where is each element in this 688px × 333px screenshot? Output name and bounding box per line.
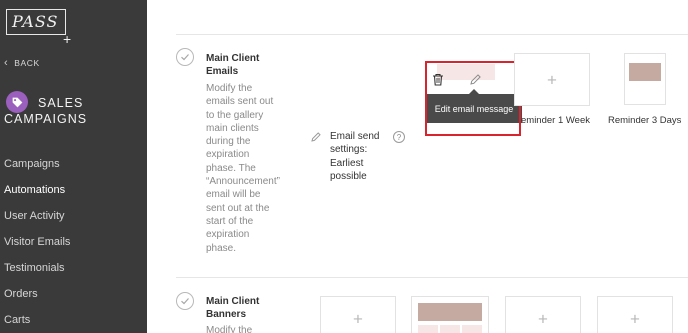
section-title-line: Main Client bbox=[206, 296, 260, 307]
banner-card[interactable] bbox=[411, 296, 489, 333]
desc-line: start of the bbox=[206, 215, 254, 227]
section-title: Main Client Banners bbox=[206, 295, 259, 321]
send-line: Email send bbox=[330, 131, 380, 142]
section-description: Modify the bbox=[206, 325, 253, 333]
plus-icon: + bbox=[547, 70, 557, 89]
desc-line: Modify the bbox=[206, 83, 253, 94]
plus-icon: + bbox=[538, 309, 548, 328]
desc-line: email will be bbox=[206, 189, 261, 201]
plus-icon: + bbox=[353, 309, 363, 328]
send-line: Earliest bbox=[330, 157, 364, 169]
pass-logo[interactable]: PASS + bbox=[6, 9, 71, 46]
email-send-settings: Email send settings: Earliest possible bbox=[330, 130, 390, 183]
nav-item-visitor-emails[interactable]: Visitor Emails bbox=[4, 236, 70, 248]
chevron-left-icon: ‹ bbox=[4, 57, 9, 69]
banner-thumbnail bbox=[418, 303, 482, 321]
desc-line: expiration bbox=[206, 149, 250, 161]
add-banner-card[interactable]: + bbox=[597, 296, 673, 333]
nav-item-campaigns[interactable]: Campaigns bbox=[4, 158, 60, 170]
logo-text: PASS bbox=[12, 12, 59, 31]
main-content: Main Client Emails Modify the emails sen… bbox=[147, 0, 688, 333]
section-check-icon[interactable] bbox=[176, 292, 194, 310]
add-banner-card[interactable]: + bbox=[320, 296, 396, 333]
add-banner-card[interactable]: + bbox=[505, 296, 581, 333]
banner-thumb-block bbox=[462, 325, 482, 333]
nav-item-user-activity[interactable]: User Activity bbox=[4, 210, 65, 222]
send-line: possible bbox=[330, 170, 367, 182]
plus-icon: + bbox=[630, 309, 640, 328]
desc-line: “Announcement” bbox=[206, 176, 280, 188]
brand-title-line2: CAMPAIGNS bbox=[4, 112, 88, 126]
nav-item-carts[interactable]: Carts bbox=[4, 314, 30, 326]
tag-icon bbox=[6, 91, 28, 113]
desc-line: phase. bbox=[206, 242, 237, 254]
section-check-icon[interactable] bbox=[176, 48, 194, 66]
back-link[interactable]: ‹ BACK bbox=[4, 57, 40, 69]
app-root: PASS + ‹ BACK SALES CAMPAIGNS Campaigns … bbox=[0, 0, 688, 333]
section-title-line: Banners bbox=[206, 309, 247, 320]
banner-thumb-block bbox=[418, 325, 438, 333]
nav-item-testimonials[interactable]: Testimonials bbox=[4, 262, 65, 274]
section-description: Modify the emails sent out to the galler… bbox=[206, 82, 298, 255]
desc-line: emails sent out bbox=[206, 96, 274, 108]
help-icon[interactable]: ? bbox=[393, 131, 405, 143]
add-email-card[interactable]: + bbox=[514, 53, 590, 106]
section-title-line: Emails bbox=[206, 66, 239, 77]
back-label: BACK bbox=[14, 58, 40, 68]
sidebar: PASS + ‹ BACK SALES CAMPAIGNS Campaigns … bbox=[0, 0, 147, 333]
card-label-reminder-1-week: eminder 1 Week bbox=[521, 115, 590, 126]
section-title: Main Client Emails bbox=[206, 52, 259, 78]
section-title-line: Main Client bbox=[206, 53, 260, 64]
send-line: settings: bbox=[330, 144, 368, 156]
card-label-reminder-3-days: Reminder 3 Days bbox=[608, 115, 682, 126]
nav-item-orders[interactable]: Orders bbox=[4, 288, 38, 300]
desc-line: phase. The bbox=[206, 162, 256, 174]
desc-line: sent out at the bbox=[206, 202, 270, 214]
divider bbox=[176, 277, 688, 278]
highlight-box bbox=[425, 61, 521, 136]
email-thumbnail bbox=[629, 63, 661, 81]
pencil-icon[interactable] bbox=[310, 131, 322, 143]
email-card-reminder-3-days[interactable] bbox=[624, 53, 666, 105]
logo-plus: + bbox=[63, 31, 72, 47]
brand-title-line1: SALES bbox=[38, 96, 84, 110]
banner-thumb-block bbox=[440, 325, 460, 333]
desc-line: main clients bbox=[206, 122, 259, 134]
desc-line: expiration bbox=[206, 229, 250, 241]
nav-item-automations[interactable]: Automations bbox=[4, 184, 65, 196]
desc-line: during the bbox=[206, 136, 251, 148]
desc-line: to the gallery bbox=[206, 109, 264, 121]
divider bbox=[176, 34, 688, 35]
